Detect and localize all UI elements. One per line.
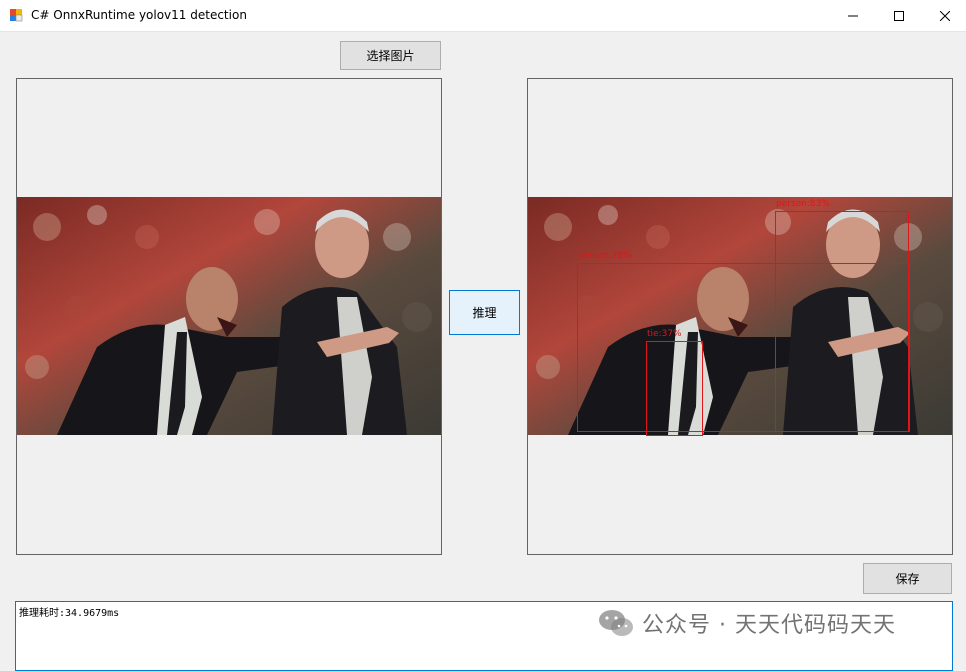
wechat-icon (599, 610, 633, 636)
inference-button[interactable]: 推理 (449, 290, 520, 335)
detection-label-person-2: person:78% (578, 251, 632, 261)
close-icon (940, 10, 950, 21)
input-photo (17, 197, 441, 435)
maximize-icon (894, 10, 904, 21)
input-image-box (16, 78, 442, 555)
save-button[interactable]: 保存 (863, 563, 952, 594)
result-image-box: person:83% person:78% tie:37% (527, 78, 953, 555)
select-image-button[interactable]: 选择图片 (340, 41, 441, 70)
detection-label-tie: tie:37% (647, 329, 682, 339)
close-button[interactable] (922, 0, 966, 31)
watermark: 公众号 · 天天代码码天天 (598, 607, 896, 639)
app-icon (9, 8, 23, 22)
detection-label-person-1: person:83% (776, 199, 830, 209)
window-title: C# OnnxRuntime yolov11 detection (31, 8, 247, 22)
inference-time-text: 推理耗时:34.9679ms (19, 608, 120, 619)
maximize-button[interactable] (876, 0, 922, 31)
detection-box-person-2 (577, 263, 910, 432)
minimize-icon (848, 15, 858, 16)
watermark-text: 公众号 · 天天代码码天天 (642, 613, 896, 638)
title-bar: C# OnnxRuntime yolov11 detection (0, 0, 966, 32)
detection-box-tie (646, 341, 703, 436)
minimize-button[interactable] (830, 0, 876, 31)
